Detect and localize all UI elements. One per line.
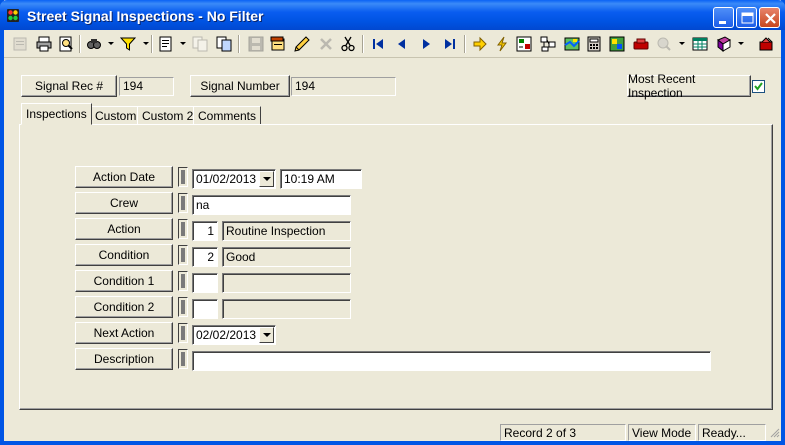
- description-grip[interactable]: [178, 349, 188, 369]
- print-icon[interactable]: [34, 34, 54, 54]
- description-label-button[interactable]: Description: [75, 348, 173, 370]
- maximize-icon: [741, 12, 754, 24]
- link-icon[interactable]: [538, 34, 558, 54]
- close-icon: [765, 13, 776, 24]
- condition-label-button[interactable]: Condition: [75, 244, 173, 266]
- minimize-icon: [719, 21, 726, 24]
- notes-icon[interactable]: [268, 34, 288, 54]
- minimize-button[interactable]: [713, 7, 734, 28]
- condition-2-code-field[interactable]: [192, 299, 218, 319]
- description-label: Description: [93, 352, 155, 366]
- signal-rec-value: 194: [119, 77, 174, 96]
- description-field[interactable]: [192, 351, 711, 371]
- checkmark-icon: [754, 82, 763, 91]
- first-record-icon[interactable]: [368, 34, 388, 54]
- app-icon: [7, 9, 19, 22]
- filter-icon[interactable]: [118, 34, 138, 54]
- action-grip[interactable]: [178, 219, 188, 239]
- signal-rec-label: Signal Rec #: [34, 79, 104, 93]
- book-icon[interactable]: [714, 34, 734, 54]
- next-action-label-button[interactable]: Next Action: [75, 322, 173, 344]
- quick-action-icon[interactable]: [492, 34, 512, 54]
- crew-grip[interactable]: [178, 193, 188, 213]
- next-action-label: Next Action: [93, 326, 155, 340]
- action-date-label-button[interactable]: Action Date: [75, 166, 173, 188]
- save-icon[interactable]: [246, 34, 266, 54]
- condition-1-label-button[interactable]: Condition 1: [75, 270, 173, 292]
- action-date-label: Action Date: [92, 170, 156, 184]
- status-bar: Record 2 of 3 View Mode Ready...: [4, 422, 781, 441]
- status-state: Ready...: [698, 424, 766, 441]
- signal-number-value: 194: [291, 77, 396, 96]
- last-record-icon[interactable]: [440, 34, 460, 54]
- tab-inspections[interactable]: Inspections: [21, 103, 92, 125]
- edit-icon[interactable]: [292, 34, 312, 54]
- query-icon[interactable]: [654, 34, 674, 54]
- tab-custom[interactable]: Custom: [90, 106, 142, 126]
- condition-1-code-field[interactable]: [192, 273, 218, 293]
- next-record-icon[interactable]: [416, 34, 436, 54]
- signal-number-label: Signal Number: [200, 79, 280, 93]
- action-description-field: Routine Inspection: [222, 221, 351, 241]
- action-label: Action: [107, 222, 141, 236]
- next-action-grip[interactable]: [178, 323, 188, 343]
- new-record-icon[interactable]: [156, 34, 176, 54]
- most-recent-inspection-button[interactable]: Most Recent Inspection: [627, 72, 751, 100]
- work-order-icon[interactable]: [631, 34, 651, 54]
- close-button[interactable]: [759, 7, 780, 28]
- title-bar[interactable]: Street Signal Inspections - No Filter: [0, 0, 785, 30]
- crew-field[interactable]: na: [192, 195, 351, 215]
- window-title: Street Signal Inspections - No Filter: [27, 8, 264, 24]
- goto-icon[interactable]: [470, 34, 490, 54]
- condition-code-field[interactable]: 2: [192, 247, 218, 267]
- reports-icon[interactable]: [514, 34, 534, 54]
- condition-1-description-field: [222, 273, 351, 293]
- map-icon[interactable]: [562, 34, 582, 54]
- status-mode: View Mode: [628, 424, 696, 441]
- map-locate-icon[interactable]: [607, 34, 627, 54]
- calculator-icon[interactable]: [584, 34, 604, 54]
- signal-rec-label-button[interactable]: Signal Rec #: [21, 75, 117, 97]
- most-recent-inspection-checkbox[interactable]: [752, 80, 765, 93]
- tab-comments[interactable]: Comments: [193, 106, 262, 126]
- condition-description-field: Good: [222, 247, 351, 267]
- crew-label: Crew: [109, 196, 138, 210]
- condition-1-label: Condition 1: [93, 274, 155, 288]
- signal-number-label-button[interactable]: Signal Number: [190, 75, 290, 97]
- action-code-field[interactable]: 1: [192, 221, 218, 241]
- maximize-button[interactable]: [736, 7, 757, 28]
- spreadsheet-icon[interactable]: [690, 34, 710, 54]
- delete-icon[interactable]: [316, 34, 336, 54]
- toolbar: [4, 30, 781, 58]
- crew-label-button[interactable]: Crew: [75, 192, 173, 214]
- condition-1-grip[interactable]: [178, 271, 188, 291]
- tab-custom-2[interactable]: Custom 2: [137, 106, 199, 126]
- blank-form-icon[interactable]: [10, 34, 30, 54]
- action-date-grip[interactable]: [178, 167, 188, 187]
- exit-icon[interactable]: [756, 34, 776, 54]
- condition-2-label-button[interactable]: Condition 2: [75, 296, 173, 318]
- most-recent-inspection-label: Most Recent Inspection: [628, 72, 696, 100]
- condition-2-label: Condition 2: [93, 300, 155, 314]
- condition-2-grip[interactable]: [178, 297, 188, 317]
- find-icon[interactable]: [84, 34, 104, 54]
- copy-record-icon[interactable]: [190, 34, 210, 54]
- print-preview-icon[interactable]: [56, 34, 76, 54]
- cut-icon[interactable]: [338, 34, 358, 54]
- condition-label: Condition: [98, 248, 150, 262]
- resize-grip-icon[interactable]: [769, 427, 780, 438]
- paste-record-icon[interactable]: [214, 34, 234, 54]
- next-action-dropdown-button[interactable]: [259, 327, 274, 343]
- condition-grip[interactable]: [178, 245, 188, 265]
- previous-record-icon[interactable]: [392, 34, 412, 54]
- action-time-field[interactable]: 10:19 AM: [280, 169, 362, 189]
- status-record-position: Record 2 of 3: [500, 424, 626, 441]
- condition-2-description-field: [222, 299, 351, 319]
- action-label-button[interactable]: Action: [75, 218, 173, 240]
- main-window: Street Signal Inspections - No Filter Si…: [0, 0, 785, 445]
- action-date-dropdown-button[interactable]: [259, 171, 274, 187]
